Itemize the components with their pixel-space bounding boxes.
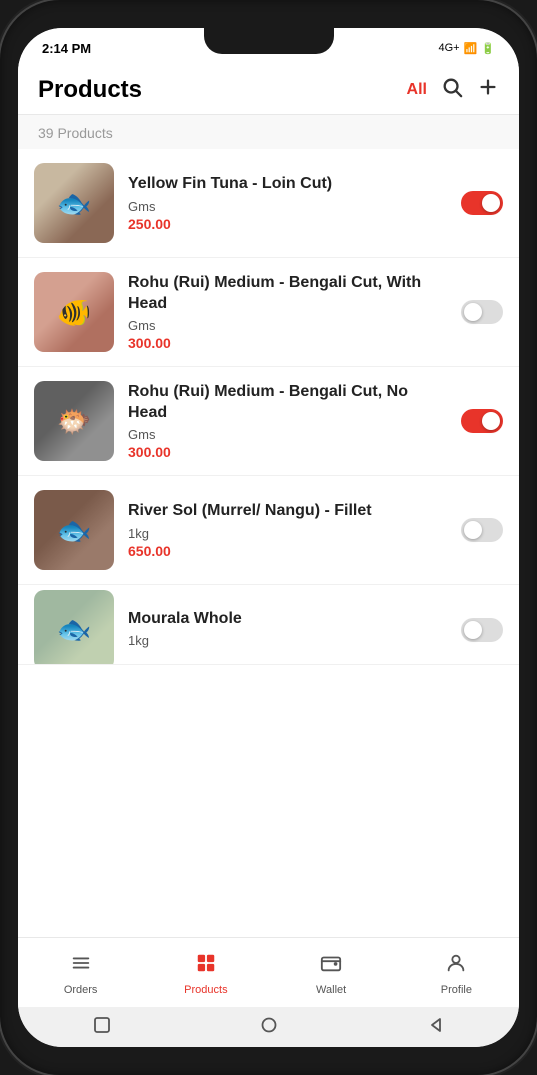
product-price: 250.00 bbox=[128, 216, 447, 232]
product-name: Rohu (Rui) Medium - Bengali Cut, With He… bbox=[128, 273, 447, 315]
back-button[interactable] bbox=[426, 1015, 446, 1035]
products-icon bbox=[195, 952, 217, 980]
product-image: 🐠 bbox=[34, 272, 114, 352]
header-actions: All bbox=[407, 76, 499, 104]
product-unit: 1kg bbox=[128, 526, 447, 541]
signal-bars: 📶 bbox=[464, 42, 478, 55]
list-item[interactable]: 🐟 Mourala Whole 1kg bbox=[18, 585, 519, 665]
product-image: 🐟 bbox=[34, 590, 114, 666]
list-item[interactable]: 🐠 Rohu (Rui) Medium - Bengali Cut, With … bbox=[18, 258, 519, 367]
product-unit: 1kg bbox=[128, 633, 447, 648]
nav-label-wallet: Wallet bbox=[316, 984, 346, 996]
list-item[interactable]: 🐟 River Sol (Murrel/ Nangu) - Fillet 1kg… bbox=[18, 476, 519, 585]
nav-label-products: Products bbox=[184, 984, 227, 996]
toggle-knob bbox=[482, 412, 500, 430]
nav-item-orders[interactable]: Orders bbox=[18, 952, 143, 996]
list-item[interactable]: 🐟 Yellow Fin Tuna - Loin Cut) Gms 250.00 bbox=[18, 149, 519, 258]
header: Products All bbox=[18, 64, 519, 115]
home-button[interactable] bbox=[259, 1015, 279, 1035]
wallet-icon bbox=[320, 952, 342, 980]
nav-item-products[interactable]: Products bbox=[143, 952, 268, 996]
nav-label-orders: Orders bbox=[64, 984, 98, 996]
product-info: Mourala Whole 1kg bbox=[128, 609, 447, 651]
product-toggle-container bbox=[461, 618, 503, 642]
toggle-knob bbox=[464, 621, 482, 639]
system-bar bbox=[18, 1007, 519, 1047]
product-image: 🐟 bbox=[34, 163, 114, 243]
list-item[interactable]: 🐡 Rohu (Rui) Medium - Bengali Cut, No He… bbox=[18, 367, 519, 476]
page-title: Products bbox=[38, 76, 142, 104]
product-toggle-container bbox=[461, 518, 503, 542]
notch bbox=[204, 28, 334, 54]
product-info: Rohu (Rui) Medium - Bengali Cut, No Head… bbox=[128, 382, 447, 461]
phone-screen: 2:14 PM 4G+ 📶 🔋 Products All bbox=[18, 28, 519, 1047]
square-button[interactable] bbox=[92, 1015, 112, 1035]
product-name: Mourala Whole bbox=[128, 609, 447, 630]
product-unit: Gms bbox=[128, 427, 447, 442]
product-name: Yellow Fin Tuna - Loin Cut) bbox=[128, 174, 447, 195]
product-image: 🐡 bbox=[34, 381, 114, 461]
product-toggle[interactable] bbox=[461, 409, 503, 433]
toggle-knob bbox=[464, 303, 482, 321]
product-price: 300.00 bbox=[128, 444, 447, 460]
product-toggle[interactable] bbox=[461, 191, 503, 215]
product-image: 🐟 bbox=[34, 490, 114, 570]
bottom-nav: Orders Products bbox=[18, 937, 519, 1007]
product-name: Rohu (Rui) Medium - Bengali Cut, No Head bbox=[128, 382, 447, 424]
product-list: 🐟 Yellow Fin Tuna - Loin Cut) Gms 250.00… bbox=[18, 149, 519, 937]
toggle-knob bbox=[464, 521, 482, 539]
nav-item-wallet[interactable]: Wallet bbox=[269, 952, 394, 996]
product-unit: Gms bbox=[128, 199, 447, 214]
product-toggle-container bbox=[461, 300, 503, 324]
nav-item-profile[interactable]: Profile bbox=[394, 952, 519, 996]
product-toggle-container bbox=[461, 191, 503, 215]
product-info: River Sol (Murrel/ Nangu) - Fillet 1kg 6… bbox=[128, 501, 447, 559]
nav-label-profile: Profile bbox=[441, 984, 472, 996]
product-unit: Gms bbox=[128, 318, 447, 333]
add-product-icon[interactable] bbox=[477, 76, 499, 104]
product-name: River Sol (Murrel/ Nangu) - Fillet bbox=[128, 501, 447, 522]
battery-icon: 🔋 bbox=[481, 42, 495, 55]
phone-frame: 2:14 PM 4G+ 📶 🔋 Products All bbox=[0, 0, 537, 1075]
product-toggle[interactable] bbox=[461, 618, 503, 642]
product-count-bar: 39 Products bbox=[18, 115, 519, 149]
product-toggle[interactable] bbox=[461, 300, 503, 324]
orders-icon bbox=[70, 952, 92, 980]
search-icon[interactable] bbox=[441, 76, 463, 104]
product-price: 650.00 bbox=[128, 543, 447, 559]
signal-icon: 4G+ bbox=[438, 42, 459, 54]
product-toggle-container bbox=[461, 409, 503, 433]
product-info: Yellow Fin Tuna - Loin Cut) Gms 250.00 bbox=[128, 174, 447, 232]
product-info: Rohu (Rui) Medium - Bengali Cut, With He… bbox=[128, 273, 447, 352]
toggle-knob bbox=[482, 194, 500, 212]
status-time: 2:14 PM bbox=[42, 41, 91, 56]
product-toggle[interactable] bbox=[461, 518, 503, 542]
profile-icon bbox=[445, 952, 467, 980]
filter-all-button[interactable]: All bbox=[407, 81, 427, 99]
product-count-text: 39 Products bbox=[38, 125, 113, 141]
status-icons: 4G+ 📶 🔋 bbox=[438, 42, 495, 55]
product-price: 300.00 bbox=[128, 335, 447, 351]
